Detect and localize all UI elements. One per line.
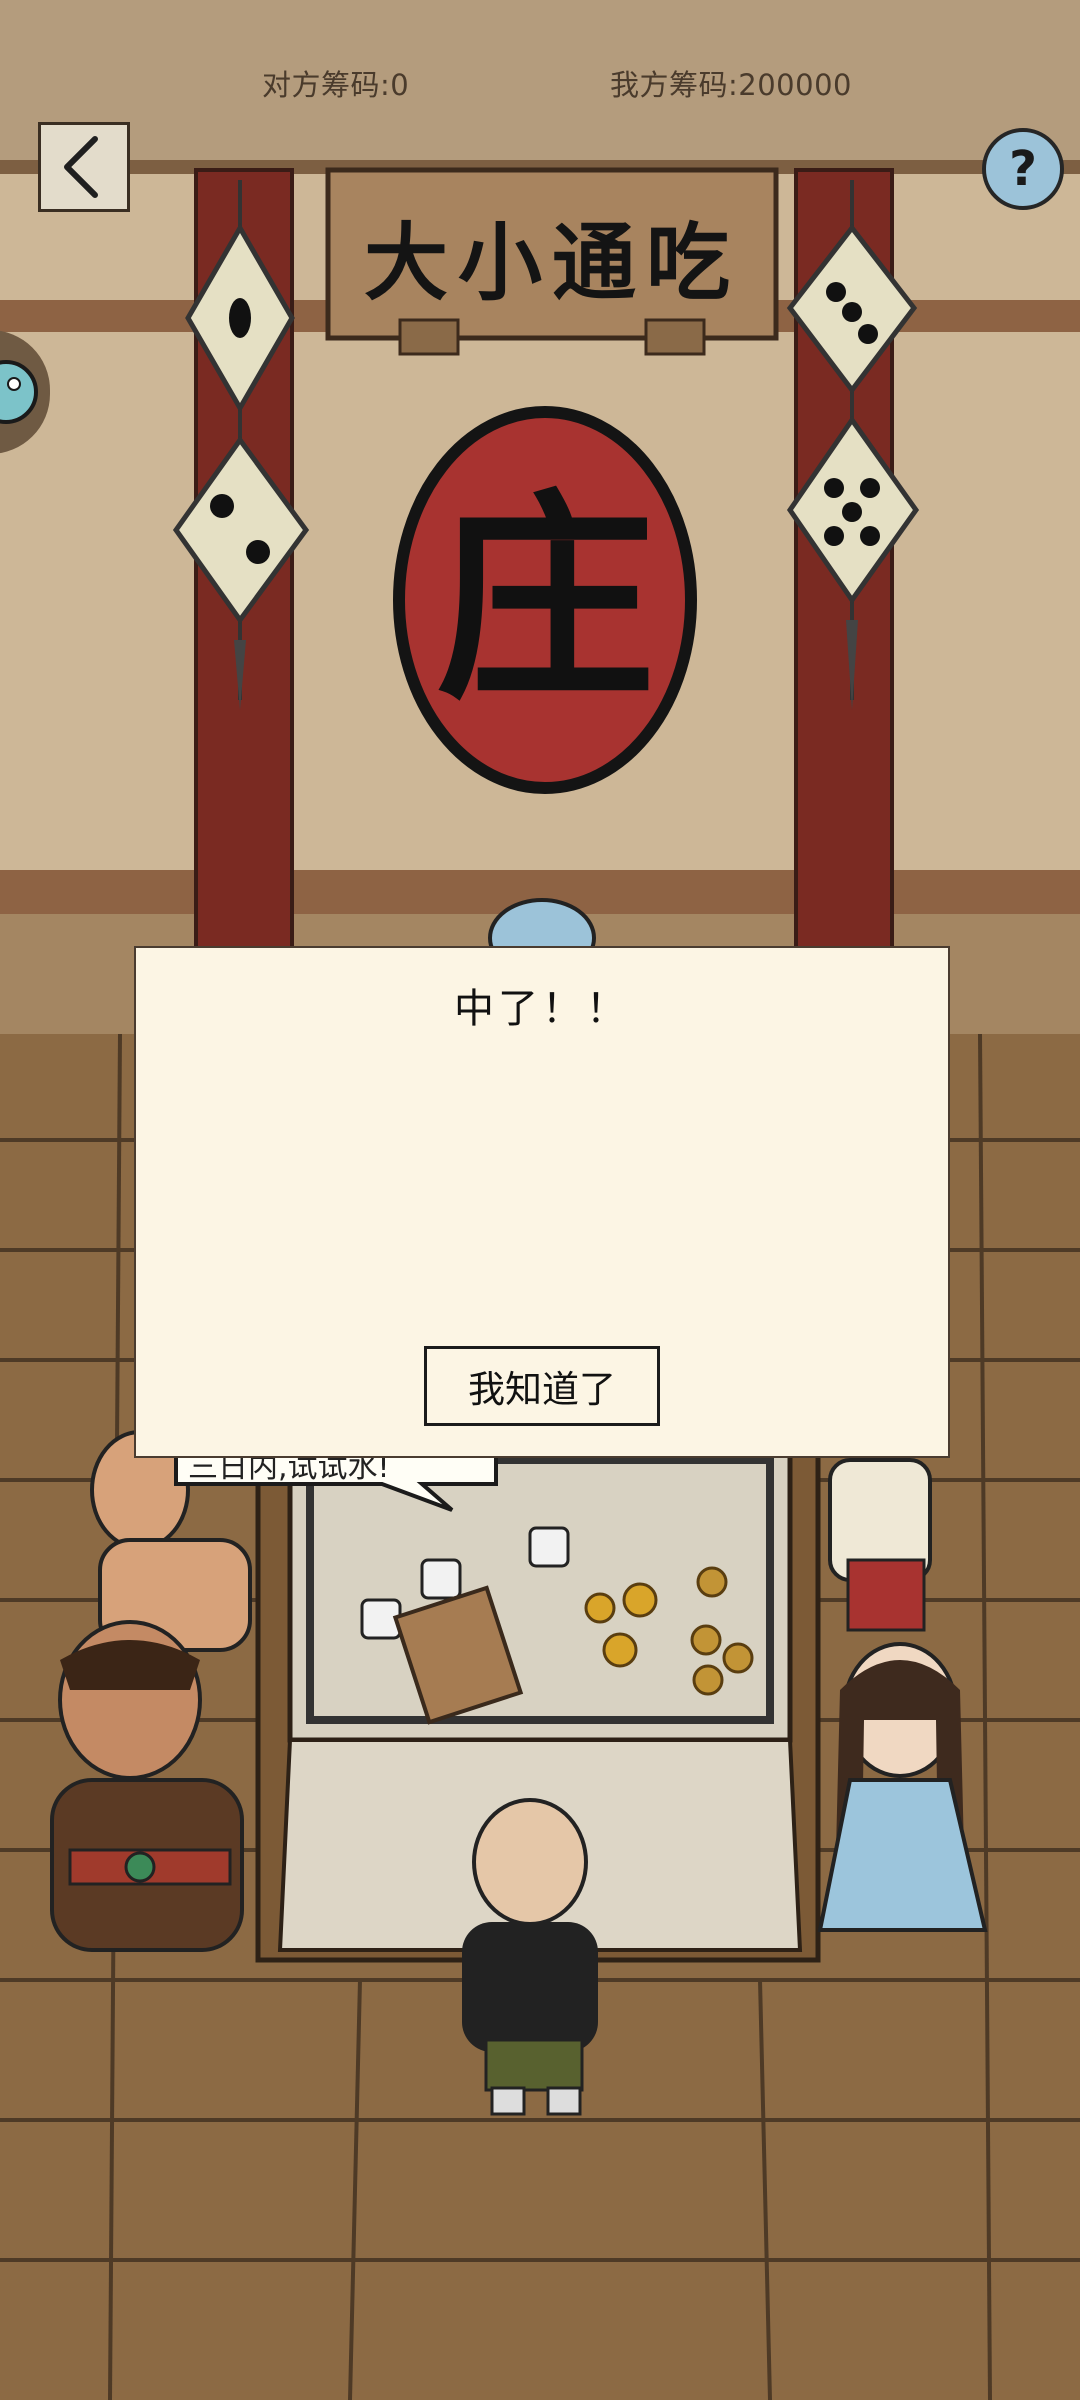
mascot-icon bbox=[0, 360, 38, 424]
side-avatar-button[interactable] bbox=[0, 330, 50, 454]
chevron-left-icon bbox=[64, 136, 98, 198]
help-button[interactable]: ? bbox=[982, 128, 1064, 210]
banner-sign-text: 大小通吃 bbox=[364, 213, 740, 312]
dialog-title: 中了！！ bbox=[454, 986, 630, 1032]
confirm-button[interactable]: 我知道了 bbox=[424, 1346, 660, 1426]
opponent-chips-label: 对方筹码:0 bbox=[262, 68, 410, 102]
result-dialog: 中了！！ 我知道了 bbox=[134, 946, 950, 1458]
question-mark-icon: ? bbox=[1009, 141, 1037, 197]
emblem-text: 庄 bbox=[435, 469, 655, 728]
svg-text:?: ? bbox=[1009, 141, 1037, 197]
back-button[interactable] bbox=[38, 122, 130, 212]
my-chips-label: 我方筹码:200000 bbox=[610, 68, 852, 102]
